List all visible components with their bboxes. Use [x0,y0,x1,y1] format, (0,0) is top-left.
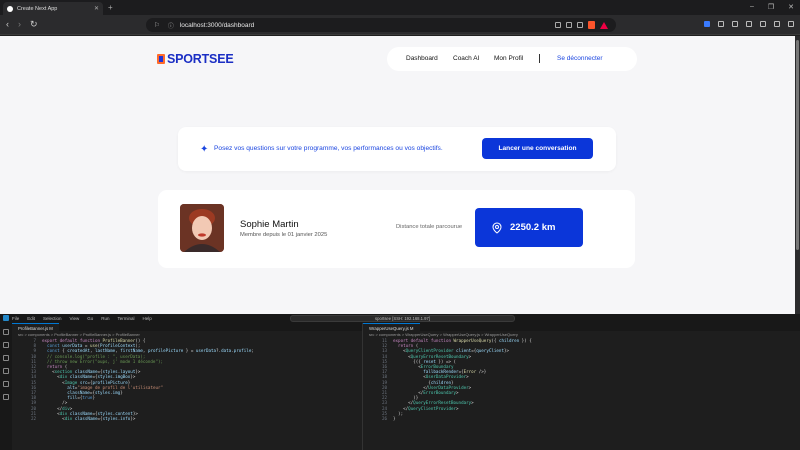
source-control-icon[interactable] [3,355,9,361]
new-tab-icon[interactable]: + [108,3,113,12]
nav-coach-ai[interactable]: Coach AI [453,55,479,62]
reload-icon[interactable]: ↻ [30,19,38,30]
tab-close-icon[interactable]: ✕ [94,5,99,12]
extension-icon[interactable] [704,21,710,27]
distance-value: 2250.2 km [510,222,556,233]
brave-rewards-icon[interactable] [600,21,608,29]
address-bar: ‹ › ↻ ⚐ ⓘ localhost:3000/dashboard [0,15,800,35]
screen: Create Next App ✕ + – ❐ ✕ ‹ › ↻ ⚐ ⓘ loca… [0,0,800,450]
forward-icon[interactable]: › [18,19,21,29]
editor-tab[interactable]: ProfileBanner.js M [12,323,59,331]
ai-prompt-text: Posez vos questions sur votre programme,… [214,145,443,152]
extension-icons [704,21,794,27]
wallet-icon[interactable] [760,21,766,27]
vscode-window: File Edit Selection View Go Run Terminal Help s… [0,314,800,450]
activity-bar [0,323,12,450]
nav-profile[interactable]: Mon Profil [494,55,523,62]
avatar-image [180,204,224,252]
vscode-menu-item[interactable]: Terminal [118,316,135,321]
avatar [180,204,224,252]
site-info-icon[interactable]: ⓘ [168,21,174,30]
share-icon[interactable] [566,22,572,28]
close-window-icon[interactable]: ✕ [788,3,794,11]
extensions-icon[interactable] [3,381,9,387]
breadcrumb: src > components > ProfileBanner > Profi… [18,332,140,337]
profile-icon[interactable] [774,21,780,27]
extension-icon[interactable] [718,21,724,27]
window-controls: – ❐ ✕ [750,3,794,11]
editor-tabs: WrapperUseQuery.js M [363,323,800,331]
search-icon[interactable] [3,342,9,348]
translate-icon[interactable] [577,22,583,28]
editor-right: WrapperUseQuery.js M src > components > … [363,323,800,450]
editor-tab[interactable]: WrapperUseQuery.js M [363,323,420,331]
profile-banner: Sophie Martin Membre depuis le 01 janvie… [158,190,635,268]
maximize-icon[interactable]: ❐ [768,3,774,11]
ai-coach-banner: ✦ Posez vos questions sur votre programm… [178,127,616,171]
logo-mark-icon [157,54,165,64]
favicon-icon [7,5,13,12]
extension-icon[interactable] [732,21,738,27]
key-icon[interactable] [555,22,561,28]
nav-divider [539,54,540,63]
back-icon[interactable]: ‹ [6,19,9,29]
page-scrollbar[interactable] [795,36,800,314]
code-left[interactable]: 7 export default function ProfileBanner()… [12,338,362,432]
browser-tab-bar: Create Next App ✕ + – ❐ ✕ [0,0,800,15]
location-pin-icon [492,221,502,234]
menu-icon[interactable] [788,21,794,27]
bookmark-icon[interactable]: ⚐ [154,21,160,29]
editor-left: ProfileBanner.js M src > components > Pr… [12,323,362,450]
distance-card: 2250.2 km [475,208,583,247]
sparkle-icon: ✦ [200,144,209,155]
top-navigation: Dashboard Coach AI Mon Profil Se déconne… [387,47,637,71]
scrollbar-thumb[interactable] [796,40,799,250]
extension-icon[interactable] [746,21,752,27]
url-text: localhost:3000/dashboard [179,21,255,29]
code-right[interactable]: 11 export default function WrapperUseQuer… [363,338,800,432]
vscode-menu-item[interactable]: Help [143,316,152,321]
member-since: Membre depuis le 01 janvier 2025 [240,232,328,238]
vscode-menu-item[interactable]: Selection [43,316,62,321]
vscode-menu-item[interactable]: Edit [27,316,35,321]
url-icons [555,18,608,32]
vscode-titlebar: File Edit Selection View Go Run Terminal Help s… [0,314,800,323]
start-conversation-button[interactable]: Lancer une conversation [482,138,593,159]
vscode-menu-item[interactable]: Run [101,316,109,321]
minimize-icon[interactable]: – [750,3,754,11]
explorer-icon[interactable] [3,329,9,335]
breadcrumb: src > components > WrapperUseQuery > Wra… [369,332,518,337]
browser-tab[interactable]: Create Next App ✕ [3,2,103,15]
editor-tabs: ProfileBanner.js M [12,323,362,331]
vscode-menu-item[interactable]: File [12,316,19,321]
vscode-menu: File Edit Selection View Go Run Terminal Help [12,316,152,321]
profile-name: Sophie Martin [240,219,299,230]
remote-icon[interactable] [3,394,9,400]
vscode-logo-icon [3,315,9,321]
logout-link[interactable]: Se déconnecter [557,55,603,62]
tab-title: Create Next App [17,5,58,12]
web-page: SPORTSEE Dashboard Coach AI Mon Profil S… [0,36,795,314]
command-center[interactable]: sportsee [SSH: 192.168.1.97] [290,315,515,322]
vscode-menu-item[interactable]: View [70,316,80,321]
vscode-menu-item[interactable]: Go [87,316,93,321]
nav-dashboard[interactable]: Dashboard [406,55,438,62]
run-debug-icon[interactable] [3,368,9,374]
brave-shields-icon[interactable] [588,21,595,29]
url-field[interactable]: ⚐ ⓘ localhost:3000/dashboard [146,18,616,32]
logo-text: SPORTSEE [167,52,234,66]
logo[interactable]: SPORTSEE [157,52,234,66]
distance-label: Distance totale parcourue [396,224,463,230]
